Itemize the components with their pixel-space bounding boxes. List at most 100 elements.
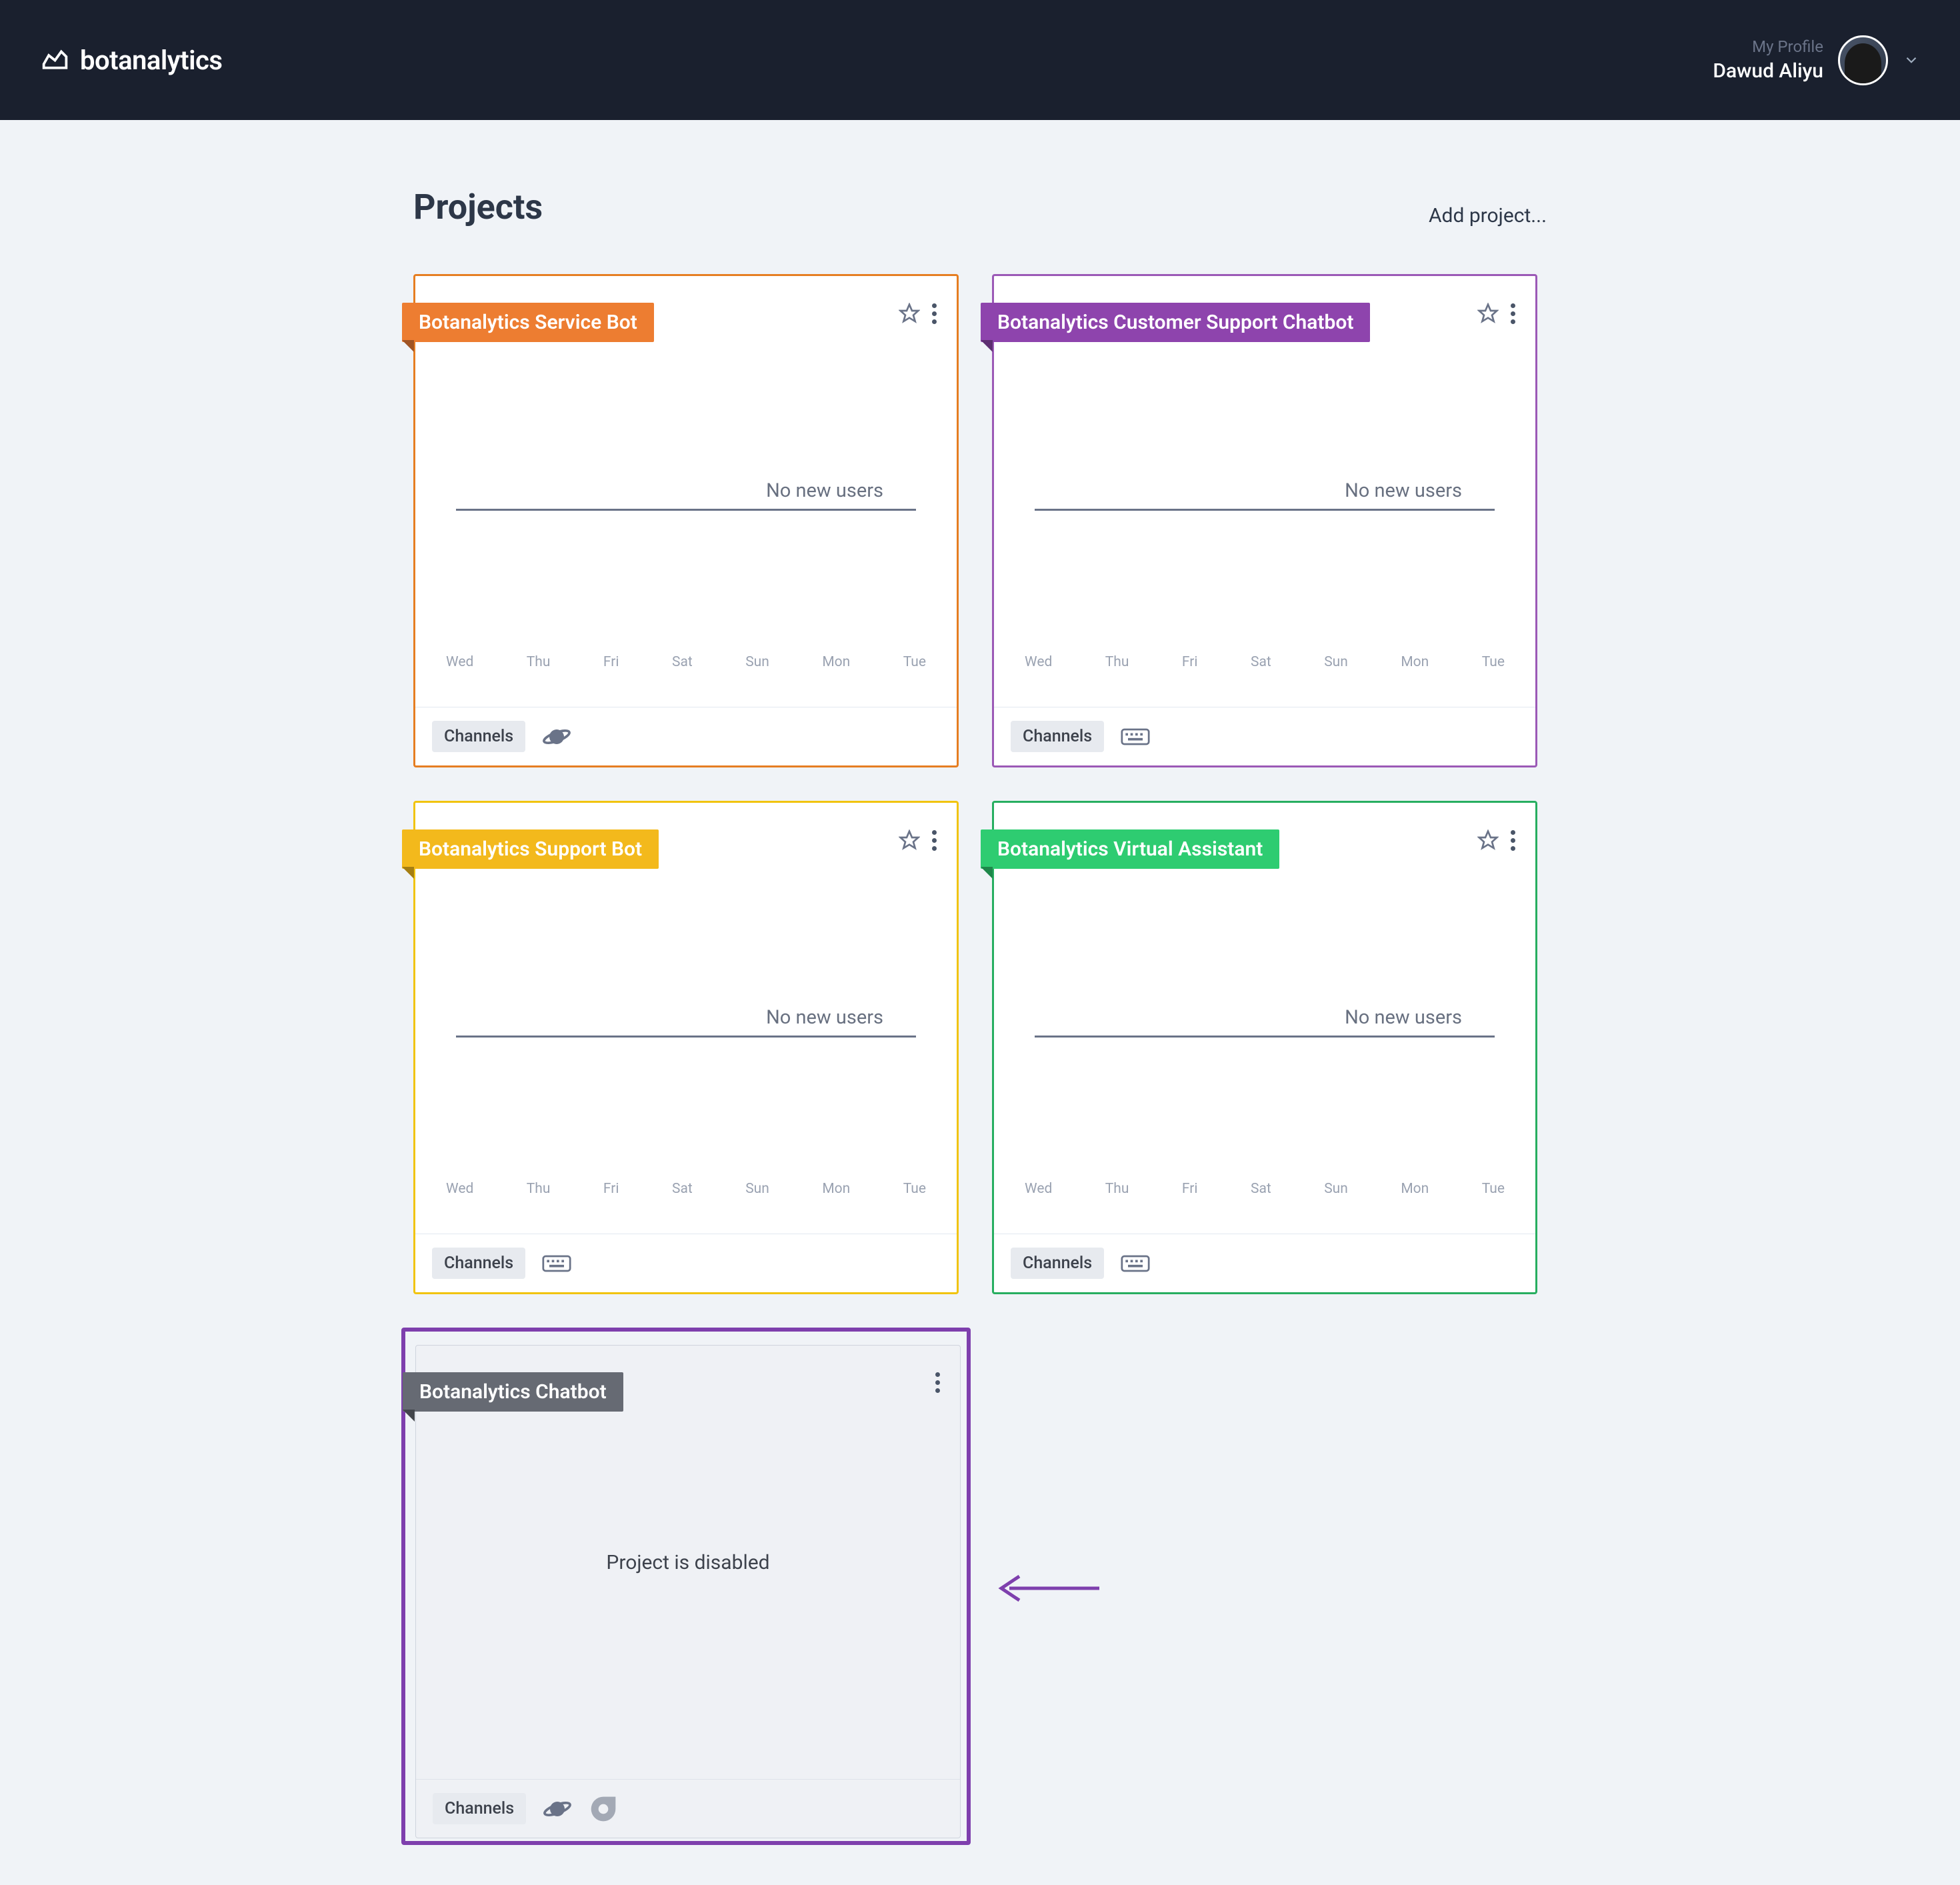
projects-grid: Botanalytics Service Bot No new users We… <box>413 274 1547 1845</box>
no-new-users-label: No new users <box>766 479 883 502</box>
card-actions <box>899 303 937 324</box>
day-label: Wed <box>1025 1181 1052 1197</box>
logo[interactable]: botanalytics <box>40 45 222 76</box>
project-card[interactable]: Botanalytics Customer Support Chatbot No… <box>992 274 1537 767</box>
channels-badge: Channels <box>1011 721 1104 752</box>
day-label: Fri <box>603 654 619 670</box>
day-label: Tue <box>903 654 926 670</box>
day-label: Mon <box>1401 654 1429 670</box>
channels-badge: Channels <box>1011 1248 1104 1279</box>
more-icon[interactable] <box>1511 830 1515 851</box>
more-icon[interactable] <box>932 303 937 324</box>
star-icon[interactable] <box>899 829 920 851</box>
profile-label: My Profile <box>1713 37 1823 56</box>
chart-area: No new users Wed Thu Fri Sat Sun Mon Tue <box>449 479 923 700</box>
chevron-down-icon[interactable] <box>1903 51 1920 69</box>
days-row: Wed Thu Fri Sat Sun Mon Tue <box>1025 654 1505 670</box>
chart-axis <box>456 1036 916 1038</box>
app-header: botanalytics My Profile Dawud Aliyu <box>0 0 1960 120</box>
card-footer: Channels <box>994 707 1535 765</box>
highlighted-project-annotation: Botanalytics Chatbot Project is disabled… <box>401 1328 971 1845</box>
project-card[interactable]: Botanalytics Virtual Assistant No new us… <box>992 801 1537 1294</box>
main-content: Projects Add project... Botanalytics Ser… <box>0 120 1960 1885</box>
no-new-users-label: No new users <box>1345 479 1462 502</box>
day-label: Sun <box>1324 654 1348 670</box>
card-actions <box>1477 303 1515 324</box>
profile-menu[interactable]: My Profile Dawud Aliyu <box>1713 35 1920 85</box>
page-title: Projects <box>413 187 543 227</box>
chart-axis <box>1035 509 1495 511</box>
card-actions <box>935 1372 940 1393</box>
day-label: Sat <box>1251 1181 1271 1197</box>
day-label: Mon <box>822 654 850 670</box>
day-label: Sat <box>672 1181 693 1197</box>
day-label: Fri <box>1182 654 1198 670</box>
day-label: Sat <box>1251 654 1271 670</box>
chart-axis <box>1035 1036 1495 1038</box>
day-label: Thu <box>1105 1181 1129 1197</box>
more-icon[interactable] <box>932 830 937 851</box>
planet-icon <box>543 1794 572 1824</box>
day-label: Thu <box>1105 654 1129 670</box>
days-row: Wed Thu Fri Sat Sun Mon Tue <box>446 654 926 670</box>
day-label: Sun <box>745 654 769 670</box>
keyboard-icon <box>1121 722 1150 751</box>
planet-icon <box>542 722 571 751</box>
days-row: Wed Thu Fri Sat Sun Mon Tue <box>1025 1181 1505 1197</box>
keyboard-icon <box>542 1249 571 1278</box>
profile-text: My Profile Dawud Aliyu <box>1713 37 1823 83</box>
day-label: Fri <box>1182 1181 1198 1197</box>
card-footer: Channels <box>994 1234 1535 1292</box>
keyboard-icon <box>1121 1249 1150 1278</box>
arrow-annotation <box>996 1568 1103 1608</box>
days-row: Wed Thu Fri Sat Sun Mon Tue <box>446 1181 926 1197</box>
star-icon[interactable] <box>1477 303 1499 324</box>
day-label: Sun <box>745 1181 769 1197</box>
day-label: Wed <box>446 1181 473 1197</box>
card-actions <box>899 829 937 851</box>
channels-badge: Channels <box>432 1248 525 1279</box>
card-actions <box>1477 829 1515 851</box>
chart-axis <box>456 509 916 511</box>
day-label: Tue <box>903 1181 926 1197</box>
card-footer: Channels <box>415 707 957 765</box>
disabled-text: Project is disabled <box>606 1551 769 1574</box>
logo-icon <box>40 45 70 75</box>
chart-area: No new users Wed Thu Fri Sat Sun Mon Tue <box>449 1006 923 1227</box>
project-card[interactable]: Botanalytics Service Bot No new users We… <box>413 274 959 767</box>
more-icon[interactable] <box>935 1372 940 1393</box>
chart-area: No new users Wed Thu Fri Sat Sun Mon Tue <box>1027 1006 1502 1227</box>
avatar[interactable] <box>1838 35 1888 85</box>
project-name-ribbon: Botanalytics Chatbot <box>403 1372 623 1412</box>
day-label: Fri <box>603 1181 619 1197</box>
day-label: Wed <box>1025 654 1052 670</box>
day-label: Mon <box>1401 1181 1429 1197</box>
project-card-disabled[interactable]: Botanalytics Chatbot Project is disabled… <box>415 1345 961 1838</box>
day-label: Wed <box>446 654 473 670</box>
add-project-button[interactable]: Add project... <box>1429 204 1547 227</box>
channels-badge: Channels <box>432 721 525 752</box>
more-icon[interactable] <box>1511 303 1515 324</box>
no-new-users-label: No new users <box>766 1006 883 1029</box>
day-label: Tue <box>1482 1181 1505 1197</box>
day-label: Mon <box>822 1181 850 1197</box>
project-card[interactable]: Botanalytics Support Bot No new users We… <box>413 801 959 1294</box>
card-footer: Channels <box>416 1779 960 1838</box>
channels-badge: Channels <box>433 1793 526 1824</box>
chart-area: No new users Wed Thu Fri Sat Sun Mon Tue <box>1027 479 1502 700</box>
bot-icon <box>589 1794 618 1824</box>
day-label: Sun <box>1324 1181 1348 1197</box>
day-label: Sat <box>672 654 693 670</box>
project-name-ribbon: Botanalytics Customer Support Chatbot <box>981 303 1370 342</box>
day-label: Thu <box>527 1181 551 1197</box>
card-footer: Channels <box>415 1234 957 1292</box>
star-icon[interactable] <box>1477 829 1499 851</box>
logo-text: botanalytics <box>80 45 222 76</box>
star-icon[interactable] <box>899 303 920 324</box>
page-header: Projects Add project... <box>413 187 1547 227</box>
project-name-ribbon: Botanalytics Virtual Assistant <box>981 829 1279 869</box>
day-label: Tue <box>1482 654 1505 670</box>
profile-name: Dawud Aliyu <box>1713 59 1823 83</box>
no-new-users-label: No new users <box>1345 1006 1462 1029</box>
project-name-ribbon: Botanalytics Support Bot <box>402 829 659 869</box>
